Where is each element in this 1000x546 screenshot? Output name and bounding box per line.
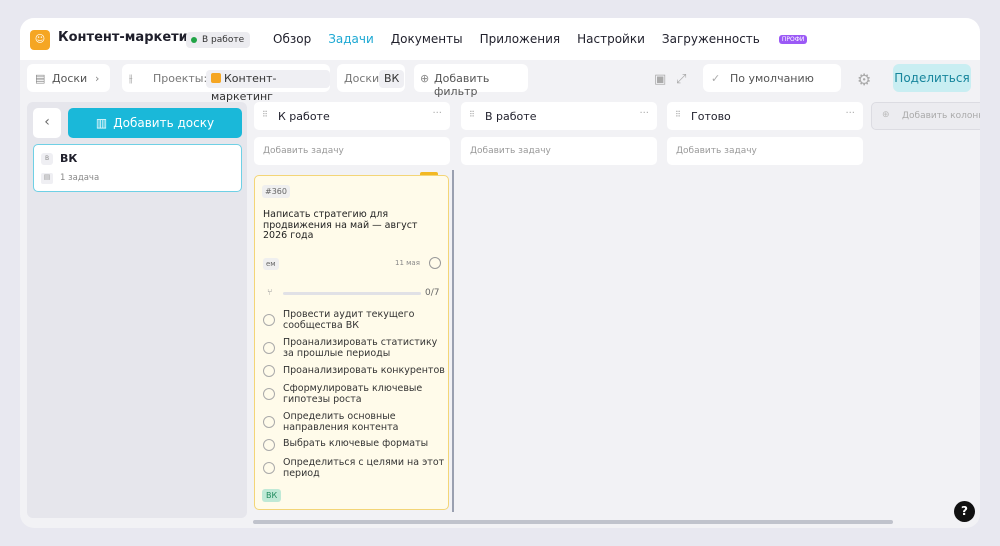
project-status-badge[interactable]: В работе bbox=[186, 32, 251, 48]
subtask-checkbox[interactable] bbox=[263, 388, 275, 400]
task-number: #360 bbox=[262, 185, 290, 198]
column-header[interactable]: ⠿ Готово ··· bbox=[667, 102, 863, 130]
sidebar-item-vk[interactable]: В ВК ▤ 1 задача bbox=[33, 144, 242, 192]
plus-circle-icon: ⊕ bbox=[882, 110, 890, 120]
gear-icon[interactable]: ⚙ bbox=[857, 70, 871, 89]
project-logo-icon: ☺ bbox=[30, 30, 50, 50]
tab-documents[interactable]: Документы bbox=[391, 32, 463, 46]
task-count-icon: ▤ bbox=[41, 173, 53, 184]
board-letter-icon: В bbox=[41, 153, 53, 165]
subtask-checkbox[interactable] bbox=[263, 365, 275, 377]
boards-filter[interactable]: Доски: ВК bbox=[337, 64, 405, 92]
main-nav: Обзор Задачи Документы Приложения Настро… bbox=[273, 32, 841, 46]
project-chip[interactable]: Контент-маркетинг bbox=[206, 70, 330, 103]
filter-sliders-icon: ⫲ bbox=[129, 72, 133, 85]
project-chip-icon bbox=[211, 73, 221, 83]
board-add-icon: ▥ bbox=[95, 116, 108, 130]
tab-overview[interactable]: Обзор bbox=[273, 32, 311, 46]
save-icon[interactable]: ▣ bbox=[654, 72, 666, 87]
fullscreen-icon[interactable]: ⤢ bbox=[676, 72, 686, 87]
more-dots-icon[interactable]: ··· bbox=[432, 108, 442, 119]
horizontal-scrollbar[interactable] bbox=[253, 520, 893, 524]
subtask-checkbox[interactable] bbox=[263, 342, 275, 354]
assignee-avatar[interactable]: ем bbox=[263, 258, 279, 270]
chevron-left-icon: ‹ bbox=[44, 114, 50, 130]
boards-filter-label: Доски: bbox=[344, 72, 383, 85]
subtask-label[interactable]: Определиться с целями на этот период bbox=[283, 457, 445, 479]
drag-handle-icon[interactable]: ⠿ bbox=[675, 110, 681, 119]
board-name: ВК bbox=[60, 152, 78, 165]
task-due-date: 11 мая bbox=[395, 259, 420, 267]
add-board-button[interactable]: ▥ Добавить доску bbox=[68, 108, 242, 138]
subtasks-icon: ⑂ bbox=[267, 288, 273, 298]
subtask-checkbox[interactable] bbox=[263, 416, 275, 428]
check-icon: ✓ bbox=[711, 72, 721, 85]
add-task-button[interactable]: Добавить задачу bbox=[254, 137, 450, 165]
more-dots-icon[interactable]: ··· bbox=[639, 108, 649, 119]
subtask-label[interactable]: Проанализировать конкурентов bbox=[283, 365, 445, 376]
add-filter-button[interactable]: ⊕ Добавить фильтр bbox=[414, 64, 528, 98]
drop-indicator bbox=[452, 170, 454, 512]
app-window: ☺ Контент-маркетинг В работе Обзор Задач… bbox=[20, 18, 980, 528]
subtask-checkbox[interactable] bbox=[263, 439, 275, 451]
projects-filter[interactable]: ⫲ Проекты: Контент-маркетинг bbox=[122, 64, 330, 103]
add-column-label: Добавить колонку bbox=[902, 111, 980, 121]
column-header[interactable]: ⠿ К работе ··· bbox=[254, 102, 450, 130]
more-dots-icon[interactable]: ··· bbox=[845, 108, 855, 119]
collapse-sidebar-button[interactable]: ‹ bbox=[33, 108, 61, 138]
projects-filter-label: Проекты: bbox=[153, 72, 208, 85]
tab-workload[interactable]: Загруженность ПРОФИ bbox=[662, 32, 824, 46]
column-title: Готово bbox=[691, 110, 731, 123]
task-complete-checkbox[interactable] bbox=[429, 257, 441, 269]
subtask-checkbox[interactable] bbox=[263, 314, 275, 326]
tab-apps[interactable]: Приложения bbox=[480, 32, 561, 46]
subtask-label[interactable]: Провести аудит текущего сообщества ВК bbox=[283, 309, 445, 331]
top-bar: ☺ Контент-маркетинг В работе Обзор Задач… bbox=[20, 18, 980, 60]
subtask-label[interactable]: Проанализировать статистику за прошлые п… bbox=[283, 337, 445, 359]
task-title[interactable]: Написать стратегию для продвижения на ма… bbox=[263, 209, 443, 242]
boards-sidebar: ‹ ▥ Добавить доску В ВК ▤ 1 задача bbox=[27, 102, 247, 518]
subtask-label[interactable]: Сформулировать ключевые гипотезы роста bbox=[283, 383, 445, 405]
tab-settings[interactable]: Настройки bbox=[577, 32, 645, 46]
column-header[interactable]: ⠿ В работе ··· bbox=[461, 102, 657, 130]
drag-handle-icon[interactable]: ⠿ bbox=[262, 110, 268, 119]
boards-toggle[interactable]: ▤ Доски › bbox=[27, 64, 110, 92]
tab-tasks[interactable]: Задачи bbox=[328, 32, 374, 46]
subtask-label[interactable]: Определить основные направления контента bbox=[283, 411, 445, 433]
task-tag[interactable]: ВК bbox=[262, 489, 282, 502]
help-button[interactable]: ? bbox=[954, 501, 975, 522]
board-task-count: 1 задача bbox=[60, 173, 100, 183]
column-todo: ⠿ К работе ··· Добавить задачу bbox=[254, 102, 450, 165]
sort-select[interactable]: ✓ По умолчанию bbox=[703, 64, 841, 92]
add-filter-label: Добавить фильтр bbox=[434, 72, 490, 98]
boards-toggle-label: Доски bbox=[52, 72, 88, 85]
add-task-button[interactable]: Добавить задачу bbox=[461, 137, 657, 165]
subtask-label[interactable]: Выбрать ключевые форматы bbox=[283, 438, 445, 449]
tab-workload-label: Загруженность bbox=[661, 32, 760, 46]
column-in-progress: ⠿ В работе ··· Добавить задачу bbox=[461, 102, 657, 165]
subtasks-progress-label: 0/7 bbox=[425, 288, 440, 298]
board-chip[interactable]: ВК bbox=[379, 70, 405, 88]
project-title: Контент-маркетинг bbox=[58, 30, 204, 45]
share-button[interactable]: Поделиться bbox=[893, 64, 971, 92]
column-title: К работе bbox=[278, 110, 330, 123]
toolbar: ▤ Доски › ⫲ Проекты: Контент-маркетинг Д… bbox=[20, 60, 980, 103]
subtask-checkbox[interactable] bbox=[263, 462, 275, 474]
add-task-button[interactable]: Добавить задачу bbox=[667, 137, 863, 165]
chevron-right-icon: › bbox=[95, 72, 100, 85]
column-title: В работе bbox=[485, 110, 537, 123]
task-card[interactable]: #360 Написать стратегию для продвижения … bbox=[254, 175, 449, 510]
add-board-label: Добавить доску bbox=[113, 116, 215, 130]
sort-select-label: По умолчанию bbox=[730, 72, 814, 85]
board-icon: ▤ bbox=[35, 72, 46, 85]
plus-circle-icon: ⊕ bbox=[420, 72, 430, 85]
add-column-button[interactable]: ⊕ Добавить колонку bbox=[871, 102, 980, 130]
pro-badge: ПРОФИ bbox=[778, 35, 808, 44]
drag-handle-icon[interactable]: ⠿ bbox=[469, 110, 475, 119]
column-done: ⠿ Готово ··· Добавить задачу bbox=[667, 102, 863, 165]
subtasks-progress-bar bbox=[283, 292, 421, 295]
